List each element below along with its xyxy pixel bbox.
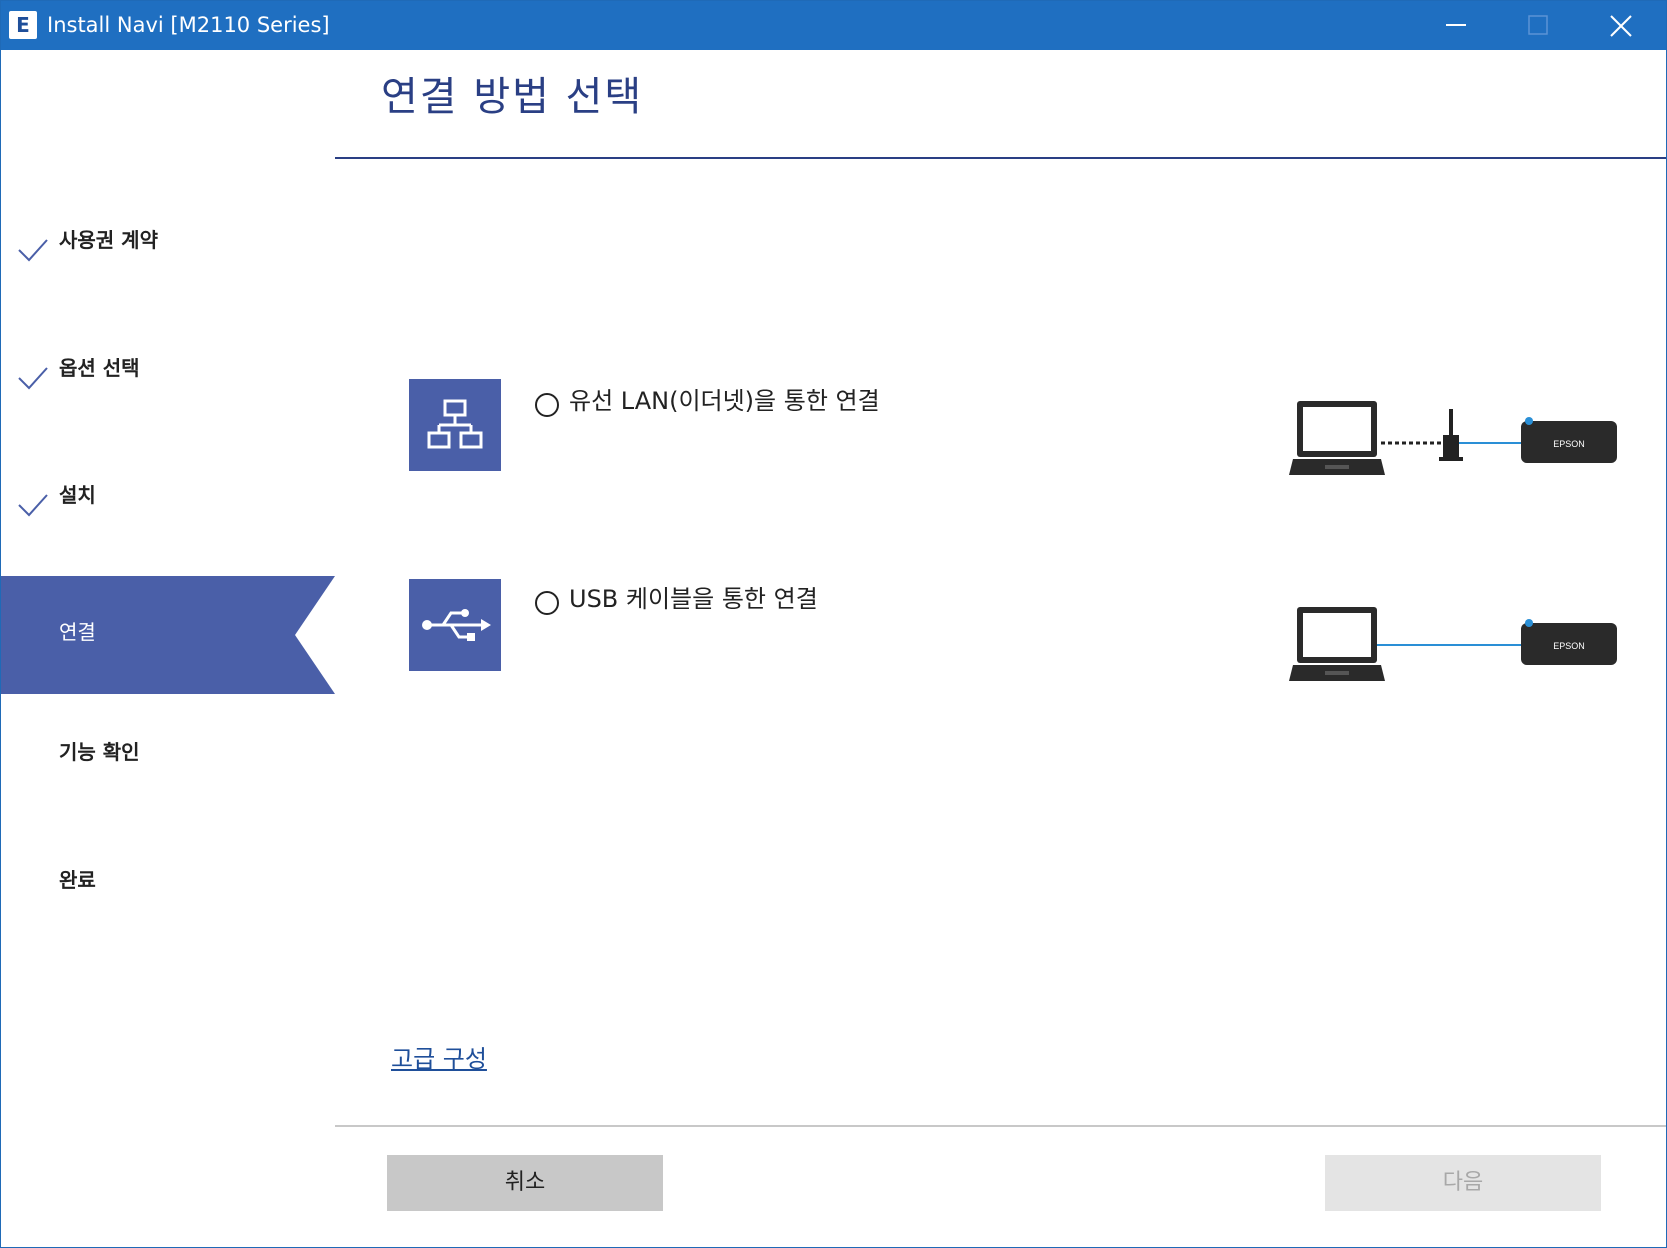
lan-connection-diagram: EPSON [1289, 401, 1617, 475]
advanced-config-link[interactable]: 고급 구성 [391, 1041, 487, 1077]
radio-usb[interactable] [535, 591, 559, 615]
maximize-button [1498, 1, 1578, 50]
maximize-icon [1528, 15, 1548, 35]
usb-icon [409, 579, 501, 671]
steps-sidebar: 사용권 계약 옵션 선택 설치 연결 기능 확인 완료 [1, 50, 335, 1247]
step-label: 완료 [59, 868, 96, 892]
window-title: Install Navi [M2110 Series] [47, 13, 330, 37]
usb-connection-diagram: EPSON [1289, 607, 1617, 681]
step-complete: 완료 [1, 860, 335, 920]
option-label[interactable]: 유선 LAN(이더넷)을 통한 연결 [569, 383, 880, 419]
step-option-select: 옵션 선택 [1, 348, 335, 408]
step-label: 옵션 선택 [59, 356, 140, 380]
printer-brand: EPSON [1553, 439, 1585, 449]
close-icon [1610, 15, 1632, 37]
title-divider [335, 157, 1666, 159]
router-icon [1439, 409, 1463, 461]
printer-icon: EPSON [1521, 619, 1617, 665]
installer-window: E Install Navi [M2110 Series] 사용권 계약 옵션 … [0, 0, 1667, 1248]
minimize-button[interactable] [1416, 1, 1496, 50]
page-title: 연결 방법 선택 [381, 74, 644, 120]
checkmark-icon [18, 367, 48, 390]
option-usb[interactable]: USB 케이블을 통한 연결 EPSON [409, 579, 1639, 681]
checkmark-icon [18, 494, 48, 517]
step-function-check: 기능 확인 [1, 732, 335, 792]
printer-brand: EPSON [1553, 641, 1585, 651]
current-step-pointer [295, 576, 335, 694]
step-install: 설치 [1, 475, 335, 535]
next-button: 다음 [1325, 1155, 1601, 1211]
app-icon: E [9, 11, 37, 39]
step-license-agreement: 사용권 계약 [1, 220, 335, 280]
step-label: 연결 [59, 620, 96, 644]
option-label[interactable]: USB 케이블을 통한 연결 [569, 581, 818, 617]
option-wired-lan[interactable]: 유선 LAN(이더넷)을 통한 연결 EPSON [409, 379, 1639, 475]
checkmark-icon [18, 239, 48, 262]
step-label: 설치 [59, 483, 96, 507]
minimize-icon [1446, 24, 1466, 26]
title-bar[interactable]: E Install Navi [M2110 Series] [1, 1, 1666, 50]
printer-icon: EPSON [1521, 417, 1617, 463]
step-label: 사용권 계약 [59, 228, 158, 252]
laptop-icon [1289, 401, 1385, 475]
footer-divider [335, 1125, 1666, 1127]
radio-wired-lan[interactable] [535, 393, 559, 417]
step-connection: 연결 [1, 576, 335, 694]
cancel-button[interactable]: 취소 [387, 1155, 663, 1211]
network-icon [409, 379, 501, 471]
laptop-icon [1289, 607, 1385, 681]
step-label: 기능 확인 [59, 740, 140, 764]
close-button[interactable] [1580, 1, 1660, 50]
